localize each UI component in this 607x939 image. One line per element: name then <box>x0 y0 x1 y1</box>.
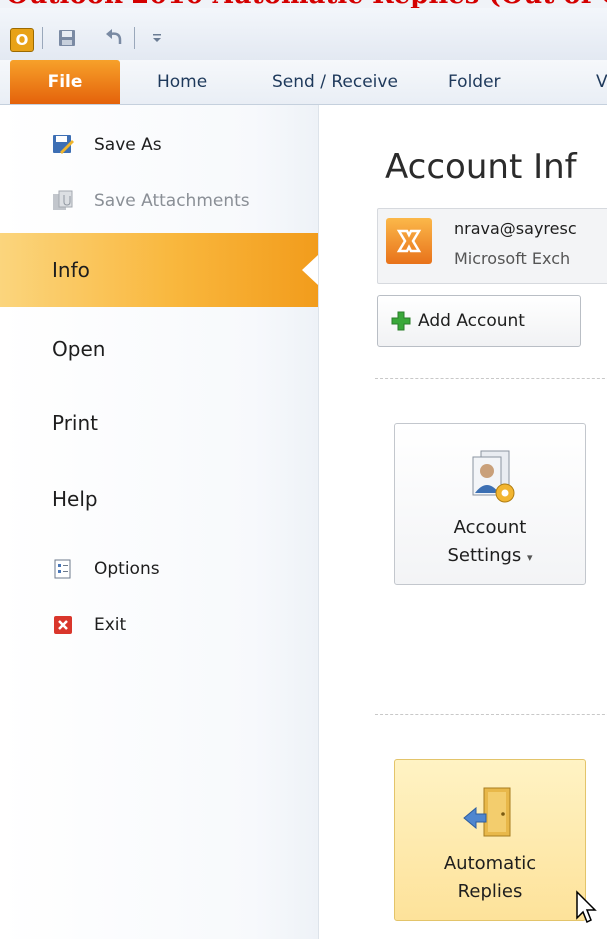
undo-icon[interactable] <box>104 26 126 50</box>
outlook-logo[interactable]: O <box>10 28 34 52</box>
tab-view[interactable]: V <box>596 60 607 104</box>
save-attachments-icon <box>52 190 74 212</box>
account-settings-icon <box>457 448 523 508</box>
account-settings-label-line2: Settings ▾ <box>447 545 533 566</box>
backstage-nav: Save As Save Attachments Info Open Print… <box>0 105 319 939</box>
nav-options-label: Options <box>94 559 160 579</box>
nav-open-label: Open <box>52 337 106 361</box>
tab-home[interactable]: Home <box>157 60 207 104</box>
nav-help-label: Help <box>52 487 98 511</box>
nav-info-label: Info <box>52 258 90 282</box>
section-divider <box>375 714 607 715</box>
nav-print-label: Print <box>52 411 99 435</box>
nav-help[interactable]: Help <box>0 477 318 521</box>
automatic-replies-icon <box>457 784 523 844</box>
account-settings-label-line1: Account <box>453 517 527 538</box>
tab-folder[interactable]: Folder <box>448 60 501 104</box>
add-account-button[interactable]: Add Account <box>377 295 581 347</box>
nav-info[interactable]: Info <box>0 233 318 307</box>
automatic-replies-button[interactable]: Automatic Replies <box>394 759 586 921</box>
account-email: nrava@sayresc <box>454 219 577 238</box>
clipped-page-heading: Outlook 2010 Automatic Replies (Out of O… <box>0 0 607 8</box>
account-settings-button[interactable]: Account Settings ▾ <box>394 423 586 585</box>
mouse-cursor-icon <box>576 890 597 924</box>
tab-file[interactable]: File <box>10 60 120 104</box>
tab-send-receive[interactable]: Send / Receive <box>272 60 398 104</box>
nav-exit-label: Exit <box>94 615 127 635</box>
save-icon[interactable] <box>56 26 78 50</box>
account-info-panel: Account Inf nrava@sayresc Microsoft Exch… <box>319 105 607 939</box>
account-type: Microsoft Exch <box>454 249 571 268</box>
automatic-replies-label-line2: Replies <box>457 881 523 902</box>
title-strip: Outlook 2010 Automatic Replies (Out of O… <box>0 0 607 60</box>
plus-icon <box>391 311 411 331</box>
automatic-replies-label-line1: Automatic <box>443 853 537 874</box>
ribbon-tabs: File Home Send / Receive Folder V <box>0 60 607 105</box>
nav-save-as[interactable]: Save As <box>0 127 318 163</box>
customize-qat-icon[interactable] <box>150 26 164 50</box>
selected-pointer-arrow <box>302 255 318 285</box>
chevron-down-icon: ▾ <box>527 551 533 564</box>
section-divider <box>375 378 607 379</box>
nav-save-attachments[interactable]: Save Attachments <box>0 183 318 219</box>
nav-save-attachments-label: Save Attachments <box>94 191 250 211</box>
qat-separator <box>42 26 43 50</box>
quick-access-toolbar: O <box>0 8 607 60</box>
exchange-icon <box>386 218 432 264</box>
account-selector[interactable]: nrava@sayresc Microsoft Exch <box>377 208 607 284</box>
add-account-label: Add Account <box>418 311 525 331</box>
qat-separator <box>134 26 135 50</box>
save-as-icon <box>52 134 74 156</box>
nav-print[interactable]: Print <box>0 401 318 445</box>
nav-options[interactable]: Options <box>0 551 318 587</box>
options-icon <box>52 558 74 580</box>
exit-icon <box>52 614 74 636</box>
nav-save-as-label: Save As <box>94 135 162 155</box>
page-title: Account Inf <box>385 147 577 187</box>
nav-open[interactable]: Open <box>0 327 318 371</box>
nav-exit[interactable]: Exit <box>0 607 318 643</box>
